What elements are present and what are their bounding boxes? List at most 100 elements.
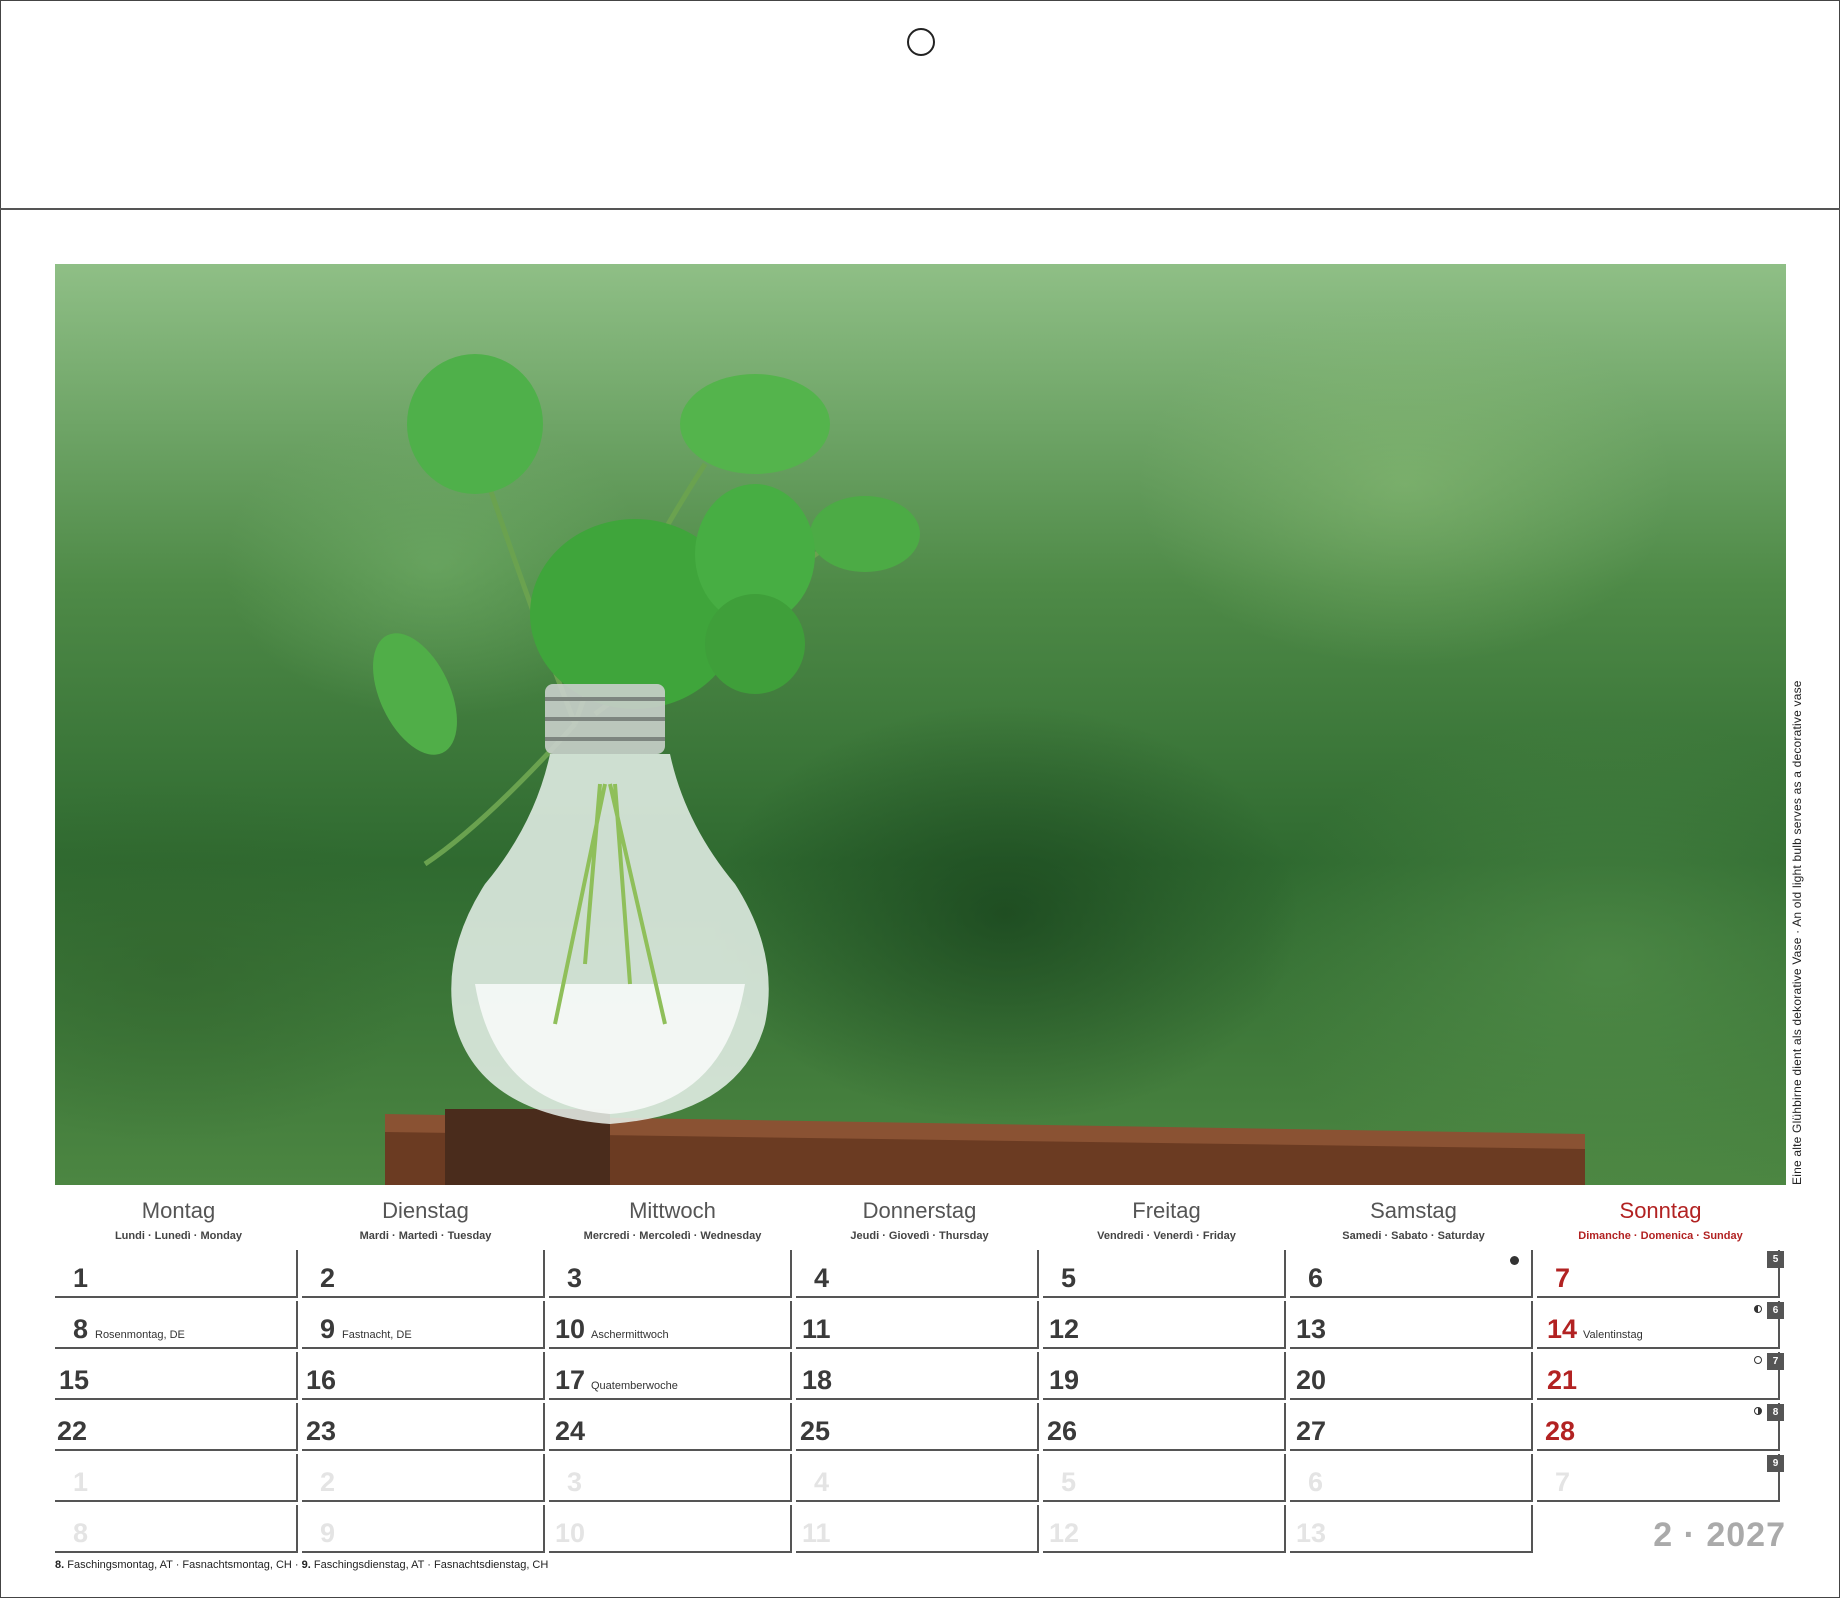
month-year-label: 2 · 2027 bbox=[1653, 1516, 1786, 1554]
holiday-label: Fastnacht, DE bbox=[342, 1329, 412, 1341]
weekday-translations: Dimanche · Domenica · Sunday bbox=[1578, 1230, 1743, 1242]
day-number: 4 bbox=[814, 1467, 830, 1497]
weekday-translations: Mercredi · Mercoledì · Wednesday bbox=[583, 1230, 762, 1242]
day-cell-next-month: 13 bbox=[1290, 1505, 1533, 1553]
weekday-header-friday: Freitag Vendredi · Venerdì · Friday bbox=[1043, 1198, 1290, 1242]
day-cell-sunday: 28 bbox=[1537, 1403, 1780, 1451]
day-number: 2 bbox=[320, 1263, 336, 1293]
holiday-label: Valentinstag bbox=[1583, 1329, 1643, 1341]
day-number: 6 bbox=[1308, 1467, 1324, 1497]
day-cell: 2 bbox=[302, 1250, 545, 1298]
hanging-hole bbox=[907, 28, 935, 56]
day-number: 11 bbox=[802, 1518, 831, 1548]
day-cell: 6 bbox=[1290, 1250, 1533, 1298]
day-number: 5 bbox=[1061, 1263, 1077, 1293]
day-cell-next-month: 11 bbox=[796, 1505, 1039, 1553]
light-bulb-vase-illustration bbox=[373, 354, 1585, 1185]
day-cell: 5 bbox=[1043, 1250, 1286, 1298]
day-number: 8 bbox=[73, 1314, 89, 1344]
calendar-photo bbox=[55, 264, 1786, 1185]
first-quarter-moon-icon bbox=[1754, 1305, 1762, 1313]
weekday-header-wednesday: Mittwoch Mercredi · Mercoledì · Wednesda… bbox=[549, 1198, 796, 1242]
day-cell: 9 Fastnacht, DE bbox=[302, 1301, 545, 1349]
week-number-badge: 7 bbox=[1767, 1353, 1784, 1370]
day-number: 8 bbox=[73, 1518, 89, 1548]
weekday-name: Samstag bbox=[1370, 1198, 1457, 1223]
day-cell: 18 bbox=[796, 1352, 1039, 1400]
day-cell: 1 bbox=[55, 1250, 298, 1298]
weekday-header-monday: Montag Lundi · Lunedì · Monday bbox=[55, 1198, 302, 1242]
weekday-name: Dienstag bbox=[382, 1198, 469, 1223]
day-cell-sunday: 21 bbox=[1537, 1352, 1780, 1400]
day-number: 4 bbox=[814, 1263, 830, 1293]
day-cell: 22 bbox=[55, 1403, 298, 1451]
day-cell-next-month: 7 bbox=[1537, 1454, 1780, 1502]
day-number: 28 bbox=[1545, 1416, 1576, 1446]
footnote-separator: · bbox=[294, 1559, 299, 1571]
holiday-label: Rosenmontag, DE bbox=[95, 1329, 185, 1341]
weekday-translations: Lundi · Lunedì · Monday bbox=[114, 1230, 243, 1242]
day-cell: 27 bbox=[1290, 1403, 1533, 1451]
weekday-header-thursday: Donnerstag Jeudi · Giovedì · Thursday bbox=[796, 1198, 1043, 1242]
day-cell: 24 bbox=[549, 1403, 792, 1451]
day-number: 2 bbox=[320, 1467, 336, 1497]
footnote-text: Faschingsdienstag, AT bbox=[313, 1559, 425, 1571]
day-number: 13 bbox=[1296, 1518, 1327, 1548]
day-number: 14 bbox=[1547, 1314, 1578, 1344]
day-number: 11 bbox=[802, 1314, 831, 1344]
weekday-translations: Jeudi · Giovedì · Thursday bbox=[850, 1230, 989, 1242]
day-number: 13 bbox=[1296, 1314, 1327, 1344]
day-cell: 25 bbox=[796, 1403, 1039, 1451]
day-cell-next-month: 3 bbox=[549, 1454, 792, 1502]
day-cell-next-month: 8 bbox=[55, 1505, 298, 1553]
weekday-translations: Vendredi · Venerdì · Friday bbox=[1097, 1230, 1236, 1242]
day-cell: 15 bbox=[55, 1352, 298, 1400]
day-cell-next-month: 2 bbox=[302, 1454, 545, 1502]
weekday-name: Sonntag bbox=[1619, 1198, 1702, 1223]
day-cell: 12 bbox=[1043, 1301, 1286, 1349]
day-number: 25 bbox=[800, 1416, 831, 1446]
day-number: 5 bbox=[1061, 1467, 1077, 1497]
day-cell-next-month: 1 bbox=[55, 1454, 298, 1502]
holiday-label: Aschermittwoch bbox=[591, 1329, 669, 1341]
day-number: 16 bbox=[306, 1365, 337, 1395]
day-cell: 10 Aschermittwoch bbox=[549, 1301, 792, 1349]
day-number: 10 bbox=[555, 1314, 586, 1344]
day-cell: 11 bbox=[796, 1301, 1039, 1349]
day-number: 22 bbox=[57, 1416, 88, 1446]
day-cell: 16 bbox=[302, 1352, 545, 1400]
footnote-day: 8. bbox=[55, 1559, 65, 1571]
last-quarter-moon-icon bbox=[1754, 1407, 1762, 1415]
week-number-badge: 5 bbox=[1767, 1251, 1784, 1268]
day-cell: 8 Rosenmontag, DE bbox=[55, 1301, 298, 1349]
weekday-header-tuesday: Dienstag Mardi · Martedì · Tuesday bbox=[302, 1198, 549, 1242]
day-cell-sunday: 7 bbox=[1537, 1250, 1780, 1298]
holiday-footnote: 8. Faschingsmontag, AT · Fasnachtsmontag… bbox=[55, 1559, 548, 1571]
day-number: 21 bbox=[1547, 1365, 1578, 1395]
day-number: 1 bbox=[73, 1263, 89, 1293]
day-cell: 13 bbox=[1290, 1301, 1533, 1349]
day-cell-sunday: 14 Valentinstag bbox=[1537, 1301, 1780, 1349]
footnote-day: 9. bbox=[301, 1559, 311, 1571]
day-number: 23 bbox=[306, 1416, 337, 1446]
week-number-badge: 8 bbox=[1767, 1404, 1784, 1421]
day-number: 19 bbox=[1049, 1365, 1080, 1395]
day-number: 3 bbox=[567, 1467, 583, 1497]
holiday-label: Quatemberwoche bbox=[591, 1380, 678, 1392]
footnote-separator: · bbox=[427, 1559, 431, 1571]
day-number: 24 bbox=[555, 1416, 586, 1446]
full-moon-icon bbox=[1754, 1356, 1762, 1364]
day-number: 3 bbox=[567, 1263, 583, 1293]
day-number: 10 bbox=[555, 1518, 586, 1548]
day-number: 12 bbox=[1049, 1518, 1080, 1548]
new-moon-icon bbox=[1510, 1256, 1519, 1265]
weekday-translations: Samedi · Sabato · Saturday bbox=[1342, 1230, 1485, 1242]
weekday-name: Mittwoch bbox=[629, 1198, 716, 1223]
footnote-separator: · bbox=[175, 1559, 180, 1571]
weekday-name: Freitag bbox=[1132, 1198, 1201, 1223]
weekday-header-saturday: Samstag Samedi · Sabato · Saturday bbox=[1290, 1198, 1537, 1242]
footnote-text: Faschingsmontag, AT bbox=[67, 1559, 173, 1571]
day-cell: 23 bbox=[302, 1403, 545, 1451]
day-number: 17 bbox=[555, 1365, 586, 1395]
day-number: 18 bbox=[802, 1365, 833, 1395]
